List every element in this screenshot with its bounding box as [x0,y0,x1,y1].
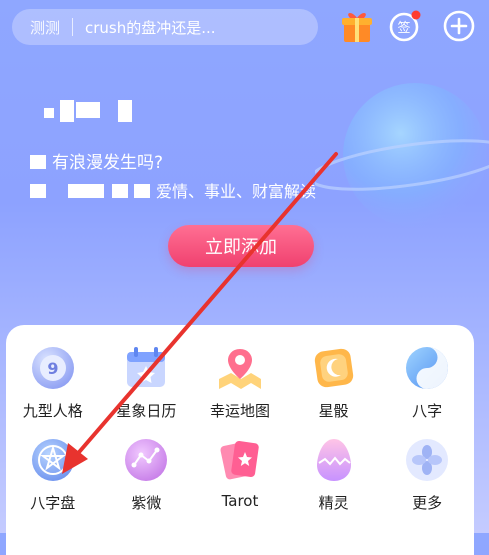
spirit-egg-icon [316,439,351,481]
grid-item-label: 幸运地图 [209,402,270,420]
grid-item-spirit[interactable]: 精灵 [287,429,381,521]
feature-grid: 9 九型人格 星象日历 幸运地图 星骰 八字 八字盘 紫微 Tarot 精灵 更… [6,337,474,521]
ziwei-icon [125,439,168,481]
gift-icon[interactable] [341,9,373,43]
grid-item-star-dice[interactable]: 星骰 [287,337,381,429]
banner-description: 爱情、事业、财富解读 [30,178,450,201]
grid-item-label: Tarot [221,492,259,510]
grid-item-nine-personality[interactable]: 9 九型人格 [6,337,100,429]
grid-item-lucky-map[interactable]: 幸运地图 [193,337,287,429]
bazi-chart-icon [31,439,74,481]
svg-text:签: 签 [397,20,410,36]
masked-text [112,184,128,198]
grid-item-bazi-chart[interactable]: 八字盘 [6,429,100,521]
grid-item-label: 星象日历 [116,402,177,420]
masked-text [134,184,150,198]
lucky-map-icon [218,349,261,389]
tarot-icon [220,441,259,480]
nine-personality-icon: 9 [31,347,74,389]
masked-text [30,155,46,169]
grid-item-ziwei[interactable]: 紫微 [100,429,194,521]
masked-text [30,184,46,198]
grid-item-label: 更多 [412,494,443,512]
astro-calendar-icon [127,347,166,387]
search-divider [72,18,74,36]
top-bar: 测测 crush的盘冲还是... 签 [0,0,489,56]
search-query: crush的盘冲还是... [85,18,216,37]
grid-item-label: 精灵 [318,494,349,512]
search-prefix: 测测 [30,18,61,37]
grid-item-label: 九型人格 [22,402,83,420]
grid-item-label: 星骰 [318,402,349,420]
masked-text [68,184,104,198]
add-icon[interactable] [442,9,476,43]
bazi-icon [406,347,449,389]
grid-item-label: 紫微 [131,494,162,512]
grid-item-astro-calendar[interactable]: 星象日历 [100,337,194,429]
grid-item-more[interactable]: 更多 [380,429,474,521]
grid-item-label: 八字盘 [30,494,76,512]
add-now-button[interactable]: 立即添加 [168,225,314,267]
svg-text:9: 9 [47,359,58,378]
star-dice-icon [314,348,353,388]
grid-item-label: 八字 [412,402,443,420]
search-bar[interactable]: 测测 crush的盘冲还是... [12,9,318,45]
banner-subtitle: 有浪漫发生吗? [30,148,450,173]
banner-headline-masked [36,96,156,126]
sign-in-icon[interactable]: 签 [388,9,422,43]
more-icon [406,439,449,481]
grid-item-tarot[interactable]: Tarot [193,429,287,521]
grid-item-bazi[interactable]: 八字 [380,337,474,429]
feature-panel: 9 九型人格 星象日历 幸运地图 星骰 八字 八字盘 紫微 Tarot 精灵 更… [6,325,474,555]
